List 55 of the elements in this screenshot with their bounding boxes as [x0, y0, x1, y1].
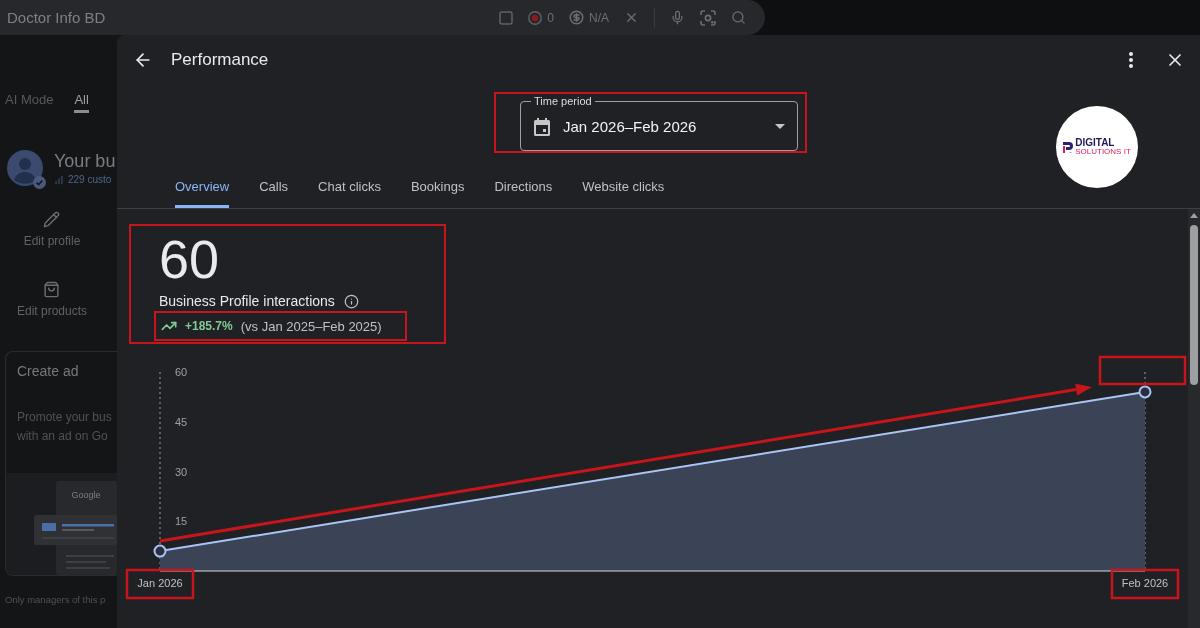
tab[interactable]: Website clicks [582, 165, 665, 208]
tab[interactable]: Calls [259, 165, 289, 208]
record-icon[interactable] [528, 10, 543, 25]
scroll-up-icon[interactable] [1190, 213, 1198, 218]
search-bar[interactable]: Doctor Info BD 0 N/A [0, 0, 765, 35]
tab[interactable]: Directions [494, 165, 553, 208]
ad-card-text: Promote your bus [16, 409, 113, 426]
business-name: Your bu [54, 151, 116, 172]
more-button[interactable] [1129, 52, 1133, 68]
change-percent: +185.7% [185, 319, 233, 333]
data-point[interactable] [153, 544, 167, 558]
x-axis-label: Jan 2026 [137, 577, 183, 589]
y-axis-label: 15 [175, 515, 188, 528]
search-icon[interactable] [731, 10, 746, 25]
ad-card-text: with an ad on Go [16, 428, 109, 445]
dropdown-caret-icon [775, 124, 785, 129]
y-axis-label: 45 [175, 415, 188, 428]
y-axis-label: 60 [175, 366, 188, 378]
scrollbar[interactable] [1188, 209, 1200, 628]
tab[interactable]: Chat clicks [318, 165, 381, 208]
pencil-icon [43, 211, 61, 228]
stat-label: Business Profile interactions [159, 292, 335, 310]
record-count: 0 [547, 10, 554, 25]
shopping-bag-icon [43, 281, 61, 298]
x-axis-label: Feb 2026 [1121, 577, 1169, 589]
logo-icon [1063, 141, 1074, 153]
customer-count: 229 custo [68, 174, 112, 185]
clear-icon[interactable] [624, 10, 639, 25]
preview-label: Google [71, 490, 101, 500]
coin-value: N/A [589, 10, 609, 25]
checkbox-icon[interactable] [499, 10, 514, 25]
ad-card-title: Create ad [16, 362, 80, 380]
more-vertical-icon [1129, 52, 1133, 68]
search-tab[interactable]: All [74, 85, 89, 113]
field-label: Time period [533, 94, 593, 108]
tab[interactable]: Overview [175, 165, 230, 208]
dialog-title: Performance [171, 50, 269, 70]
comparison-text: (vs Jan 2025–Feb 2025) [240, 318, 382, 334]
avatar-icon [7, 150, 43, 186]
info-icon[interactable] [343, 293, 359, 309]
y-axis-label: 30 [175, 465, 188, 478]
logo-name: DIGITAL [1075, 137, 1116, 149]
microphone-icon[interactable] [670, 10, 685, 25]
calendar-icon [534, 117, 550, 136]
time-period-value: Jan 2026–Feb 2026 [563, 118, 697, 135]
time-period-select[interactable]: Time period Jan 2026–Feb 2026 [520, 94, 798, 151]
stat-value: 60 [159, 232, 221, 286]
tab[interactable]: Bookings [410, 165, 465, 208]
search-query: Doctor Info BD [7, 9, 106, 26]
bar-chart-icon [54, 174, 64, 185]
camera-icon[interactable] [700, 9, 716, 26]
dollar-coin-icon[interactable] [569, 10, 584, 25]
scrollbar-thumb[interactable] [1190, 225, 1198, 385]
logo-tagline: SOLUTIONS IT [1075, 148, 1131, 157]
data-point[interactable] [1138, 385, 1152, 399]
